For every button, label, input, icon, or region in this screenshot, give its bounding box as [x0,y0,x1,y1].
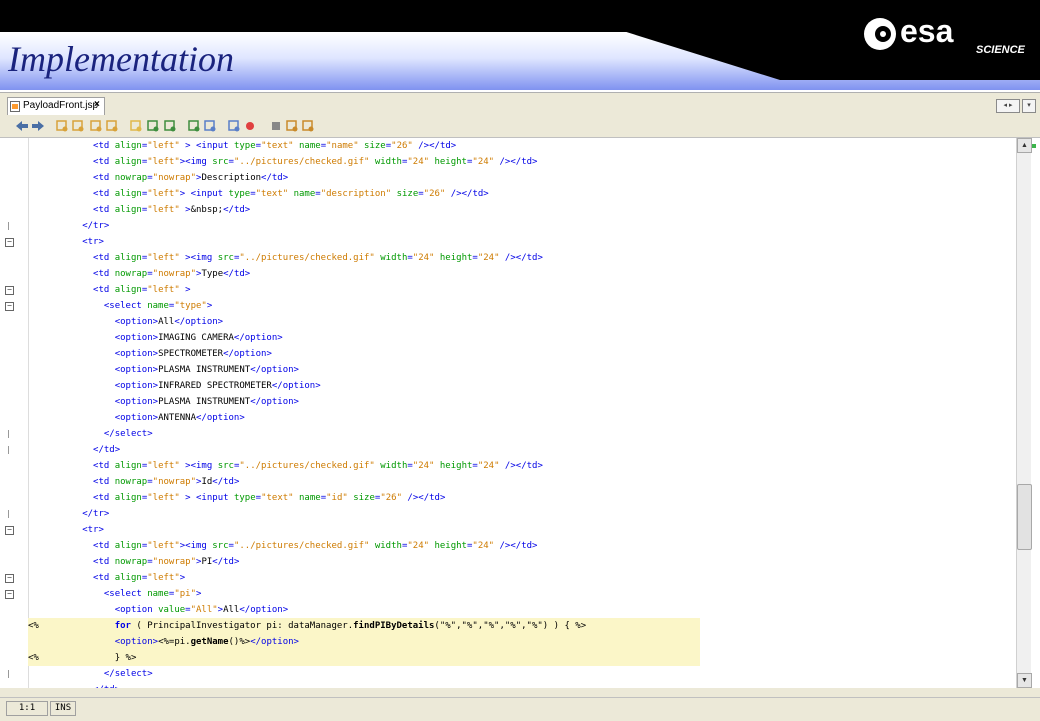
code-line[interactable]: <option>IMAGING CAMERA</option> [28,330,1016,346]
fold-toggle-icon[interactable]: − [5,590,14,599]
find-selection-icon[interactable] [70,118,86,134]
code-line[interactable]: </td> [28,442,1016,458]
scroll-up-button[interactable]: ▲ [1017,138,1032,153]
fold-toggle-icon[interactable]: − [5,238,14,247]
code-line[interactable]: <td align="left" > <input type="text" na… [28,138,1016,154]
fold-toggle-icon[interactable]: − [5,286,14,295]
stop-macro-icon[interactable] [268,118,284,134]
code-line[interactable]: <tr> [28,234,1016,250]
code-editor[interactable]: − − − − − − <td align="left" > <input type="t… [0,138,1040,688]
editor-toolbar [0,115,1040,138]
code-line[interactable]: <% } %> [28,650,700,666]
fold-gutter: − − − − − − [0,138,29,688]
code-line[interactable]: <td align="left" ><img src="../pictures/… [28,250,1016,266]
caret-position: 1:1 [6,701,48,716]
find-icon[interactable] [54,118,70,134]
fold-toggle-icon[interactable]: − [5,526,14,535]
code-line[interactable]: <option>PLASMA INSTRUMENT</option> [28,362,1016,378]
code-line[interactable]: <select name="type"> [28,298,1016,314]
code-line[interactable]: <tr> [28,522,1016,538]
code-line[interactable]: <td align="left" >&nbsp;</td> [28,202,1016,218]
previous-bookmark-icon[interactable] [145,118,161,134]
code-line[interactable]: <td nowrap="nowrap">Type</td> [28,266,1016,282]
code-line[interactable]: </select> [28,666,1016,682]
esa-logo-icon [864,18,896,50]
shift-left-icon[interactable] [202,118,218,134]
insert-mode[interactable]: INS [50,701,76,716]
tab-payloadfront-jsp[interactable]: PayloadFront.jsp × [7,97,105,115]
code-line[interactable]: </select> [28,426,1016,442]
jsp-file-icon [10,101,20,112]
uncomment-icon[interactable] [300,118,316,134]
code-line[interactable]: <td nowrap="nowrap">Id</td> [28,474,1016,490]
code-line[interactable]: <td align="left" ><img src="../pictures/… [28,458,1016,474]
code-line[interactable]: </td> [28,682,1016,688]
start-macro-icon[interactable] [242,118,258,134]
error-stripe-marker [1032,144,1036,148]
fold-end-marker [8,446,9,454]
fold-end-marker [8,670,9,678]
tab-list-dropdown-icon[interactable]: ▾ [1022,99,1036,113]
toggle-highlight-icon[interactable] [128,118,144,134]
slide-header: Implementation esa SCIENCE [0,0,1040,92]
scroll-thumb[interactable] [1017,484,1032,550]
code-line[interactable]: <td align="left"> <input type="text" nam… [28,186,1016,202]
tab-scroll-arrows[interactable]: ◂ ▸ [996,99,1020,113]
vertical-scrollbar[interactable]: ▲ ▼ [1016,138,1032,688]
code-line[interactable]: <option>PLASMA INSTRUMENT</option> [28,394,1016,410]
fold-toggle-icon[interactable]: − [5,574,14,583]
scroll-down-button[interactable]: ▼ [1017,673,1032,688]
status-bar: 1:1 INS [0,697,1040,718]
code-area[interactable]: <td align="left" > <input type="text" na… [28,138,1016,688]
comment-icon[interactable] [284,118,300,134]
code-line[interactable]: <td align="left" > <input type="text" na… [28,490,1016,506]
fold-end-marker [8,430,9,438]
toggle-bookmark-icon[interactable] [186,118,202,134]
code-line[interactable]: <td nowrap="nowrap">Description</td> [28,170,1016,186]
esa-logo: esa SCIENCE [862,10,1032,60]
fold-end-marker [8,510,9,518]
fold-end-marker [8,222,9,230]
code-line[interactable]: <option value="All">All</option> [28,602,1016,618]
code-line[interactable]: <td align="left" > [28,282,1016,298]
code-line[interactable]: <td align="left"> [28,570,1016,586]
code-line[interactable]: <option>All</option> [28,314,1016,330]
fold-toggle-icon[interactable]: − [5,302,14,311]
tab-label: PayloadFront.jsp [23,100,99,111]
code-line[interactable]: <option>ANTENNA</option> [28,410,1016,426]
editor-tab-bar: PayloadFront.jsp × ◂ ▸ ▾ [0,97,1040,115]
slide-title: Implementation [8,39,234,79]
shift-right-icon[interactable] [226,118,242,134]
code-line[interactable]: <option>INFRARED SPECTROMETER</option> [28,378,1016,394]
code-line[interactable]: <select name="pi"> [28,586,1016,602]
find-next-icon[interactable] [104,118,120,134]
find-previous-icon[interactable] [88,118,104,134]
ide-window: PayloadFront.jsp × ◂ ▸ ▾ − − − − − − <td alig… [0,92,1040,721]
logo-word: esa [900,13,954,49]
code-line[interactable]: <option><%=pi.getName()%></option> [28,634,700,650]
code-line[interactable]: <td align="left"><img src="../pictures/c… [28,538,1016,554]
tab-close-button[interactable]: × [94,97,100,113]
code-line[interactable]: <% for ( PrincipalInvestigator pi: dataM… [28,618,700,634]
next-bookmark-icon[interactable] [162,118,178,134]
code-line[interactable]: </tr> [28,506,1016,522]
code-line[interactable]: </tr> [28,218,1016,234]
code-line[interactable]: <td nowrap="nowrap">PI</td> [28,554,1016,570]
code-line[interactable]: <td align="left"><img src="../pictures/c… [28,154,1016,170]
logo-subtitle: SCIENCE [976,44,1025,56]
back-icon[interactable] [14,118,30,134]
forward-icon[interactable] [30,118,46,134]
code-line[interactable]: <option>SPECTROMETER</option> [28,346,1016,362]
